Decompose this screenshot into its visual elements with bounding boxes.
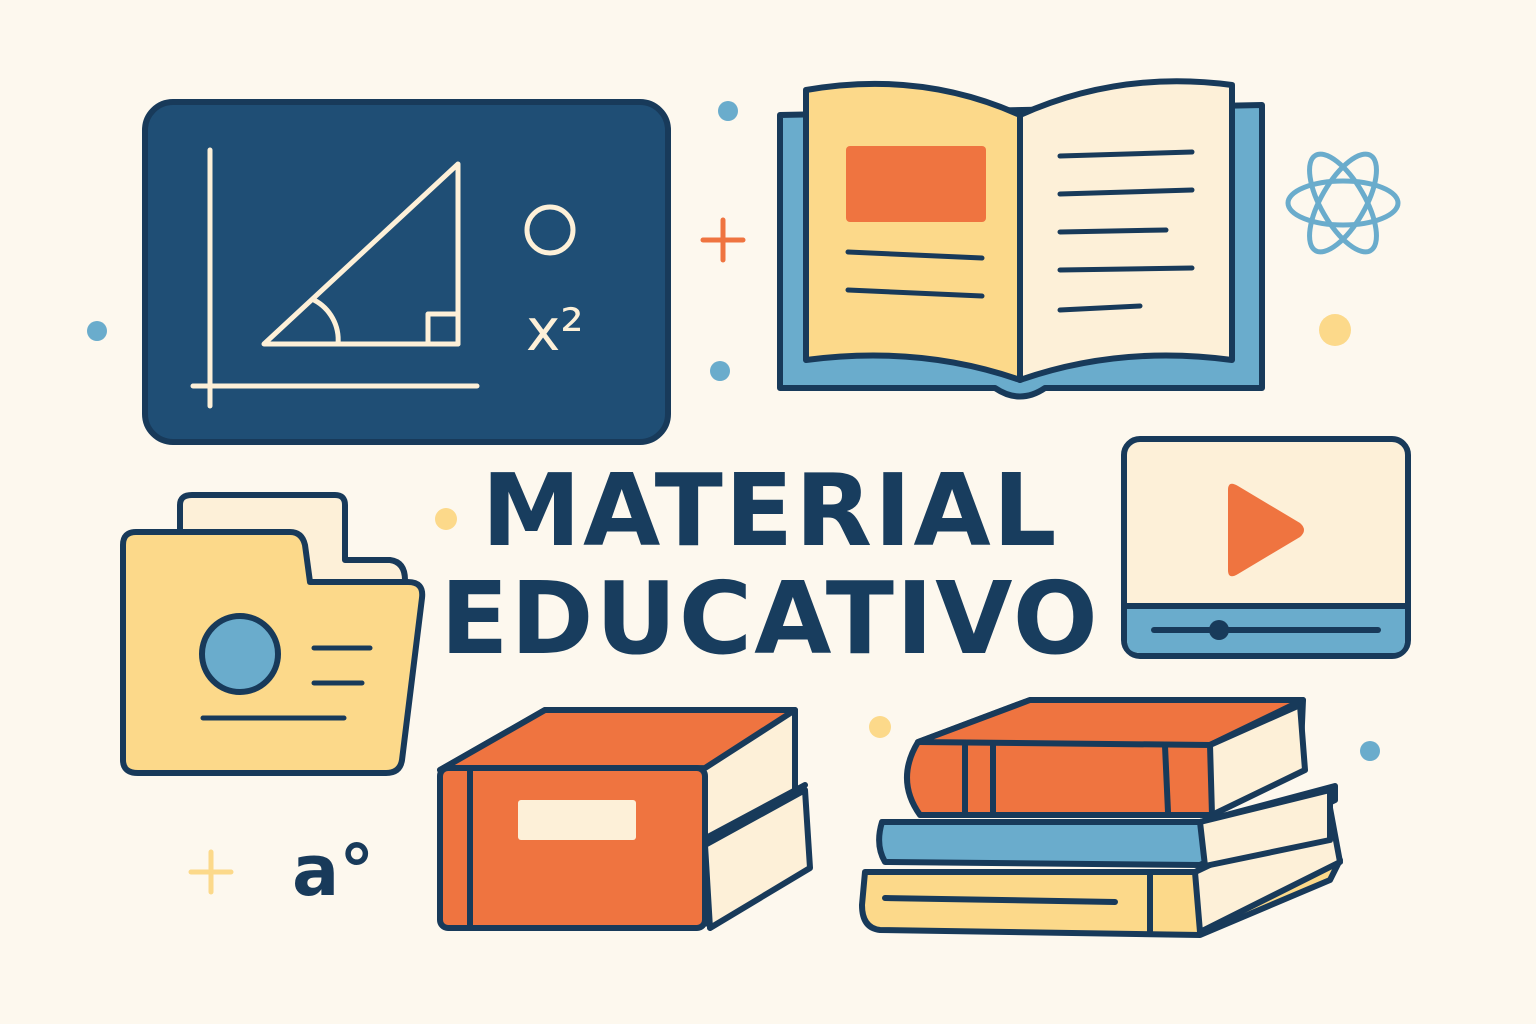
plus-icon: [188, 849, 234, 895]
degree-symbol: a°: [292, 830, 375, 912]
video-player: [1121, 436, 1411, 659]
open-book: [777, 78, 1265, 400]
chalkboard: [142, 99, 671, 445]
atom-icon: [1285, 151, 1401, 255]
title-line-1: MATERIAL: [481, 452, 1059, 569]
title-line-2: EDUCATIVO: [440, 560, 1100, 677]
plus-icon: [700, 217, 746, 263]
chalkboard-formula: x²: [526, 296, 584, 364]
folder-icon: [120, 492, 426, 776]
book-single: [437, 707, 813, 931]
book-stack: [859, 697, 1343, 938]
